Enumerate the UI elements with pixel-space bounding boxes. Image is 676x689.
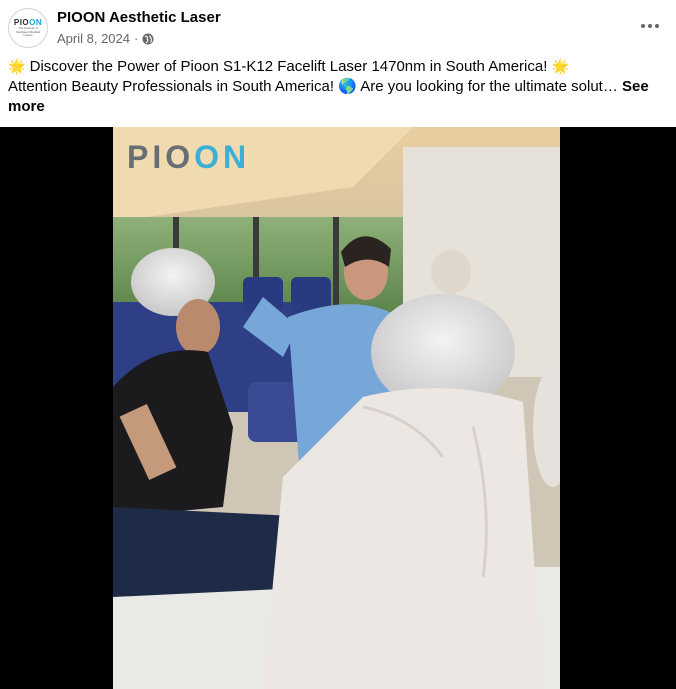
caption-line-3: more xyxy=(8,97,663,117)
video-container[interactable]: PIOON xyxy=(0,127,676,689)
more-options-icon xyxy=(655,24,659,28)
see-more-link[interactable]: more xyxy=(8,98,45,115)
more-options-icon xyxy=(641,24,645,28)
more-options-button[interactable] xyxy=(638,14,662,38)
page-avatar[interactable]: PIOON The Pioneer of Intelligent Medical… xyxy=(8,8,48,48)
video-scene xyxy=(113,127,560,689)
sparkle-emoji: 🌟 xyxy=(551,58,569,74)
more-options-icon xyxy=(648,24,652,28)
facebook-post: PIOON The Pioneer of Intelligent Medical… xyxy=(0,0,676,689)
see-more-link[interactable]: See xyxy=(622,78,649,95)
page-name-link[interactable]: PIOON Aesthetic Laser xyxy=(57,9,221,26)
post-date[interactable]: April 8, 2024 xyxy=(57,31,130,46)
video-frame[interactable]: PIOON xyxy=(113,127,560,689)
caption-line-1: 🌟 Discover the Power of Pioon S1-K12 Fac… xyxy=(8,58,569,75)
post-caption: 🌟 Discover the Power of Pioon S1-K12 Fac… xyxy=(8,56,663,117)
post-header: PIOON The Pioneer of Intelligent Medical… xyxy=(0,0,676,56)
caption-line-2: Attention Beauty Professionals in South … xyxy=(8,78,649,95)
globe-icon xyxy=(142,33,154,44)
sparkle-emoji: 🌟 xyxy=(8,58,26,74)
avatar-tagline: The Pioneer of Intelligent Medical Laser… xyxy=(15,26,40,38)
meta-separator: · xyxy=(134,31,139,46)
video-watermark-logo: PIOON xyxy=(127,139,251,175)
post-meta: April 8, 2024 · xyxy=(57,31,154,46)
